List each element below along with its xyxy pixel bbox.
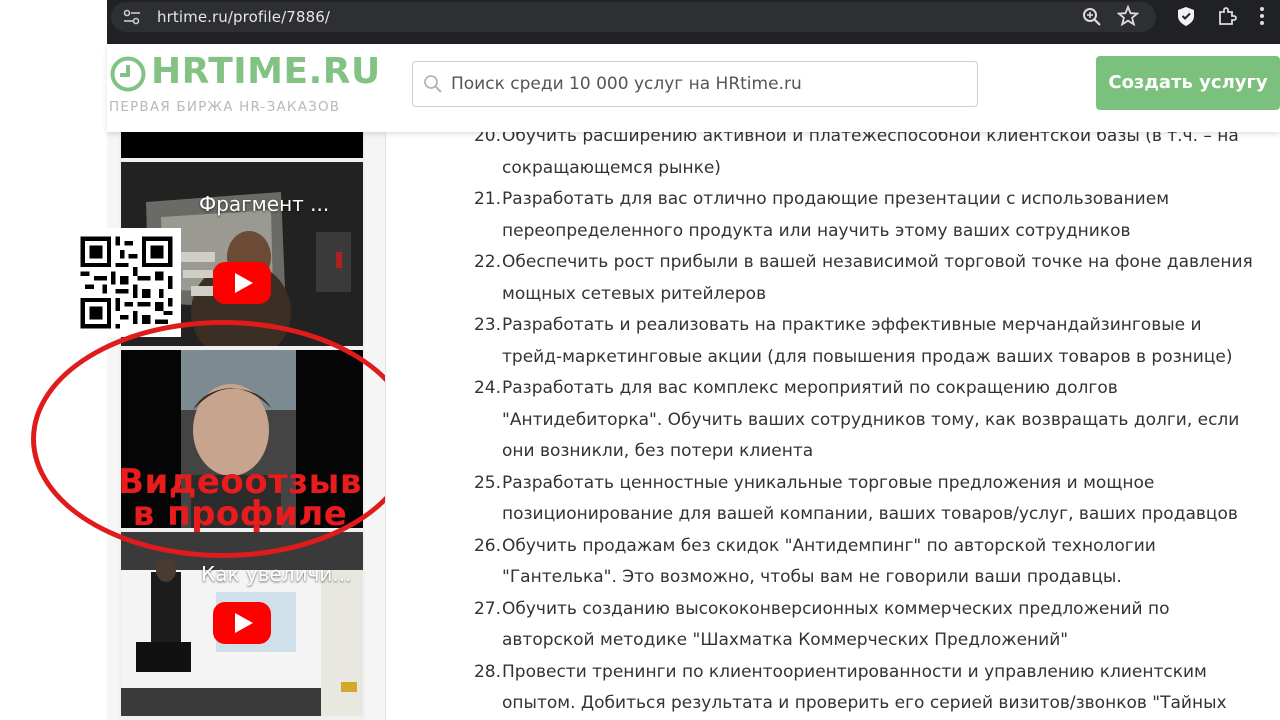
list-item-text: Обучить созданию высококонверсионных ком…: [502, 598, 1170, 651]
list-item-text: Обучить продажам без скидок "Антидемпинг…: [502, 535, 1156, 588]
create-service-button[interactable]: Создать услугу: [1096, 56, 1280, 110]
list-item: 24. Разработать для вас комплекс мероприя…: [385, 373, 1280, 468]
video-title: Как увеличи...: [201, 562, 352, 586]
list-item-text: Обеспечить рост прибыли в вашей независи…: [502, 252, 1253, 304]
clock-logo-icon[interactable]: [110, 56, 146, 92]
list-item: 21. Разработать для вас отлично продающие…: [385, 184, 1280, 247]
list-item: 28. Провести тренинги по клиентоориентиро…: [385, 657, 1280, 720]
list-item-text: Обучить расширению активной и платежеспо…: [502, 132, 1239, 178]
list-item-number: 23.: [473, 315, 501, 335]
site-settings-icon[interactable]: [123, 9, 141, 25]
logo-tagline: ПЕРВАЯ БИРЖА HR-ЗАКАЗОВ: [109, 99, 341, 115]
list-item: 26. Обучить продажам без скидок "Антидемп…: [385, 531, 1280, 594]
list-item-number: 27.: [473, 598, 501, 619]
video-thumbnail[interactable]: Как увеличи...: [121, 532, 363, 716]
extensions-icon[interactable]: [1216, 5, 1238, 27]
address-bar[interactable]: hrtime.ru/profile/7886/: [111, 2, 1156, 32]
play-button-icon[interactable]: [213, 602, 271, 644]
site-header: HRTIME.RU ПЕРВАЯ БИРЖА HR-ЗАКАЗОВ Создат…: [107, 44, 1280, 132]
list-item: 27. Обучить созданию высококонверсионных …: [385, 594, 1280, 657]
list-item-text: Разработать и реализовать на практике эф…: [502, 315, 1233, 367]
services-content: 20. Обучить расширению активной и платеже…: [385, 132, 1280, 720]
list-item-number: 25.: [473, 472, 501, 493]
list-item-number: 28.: [473, 661, 501, 682]
highlight-ellipse: [31, 320, 415, 558]
video-title: Фрагмент ...: [199, 192, 330, 216]
list-item-text: Разработать для вас комплекс мероприятий…: [502, 378, 1240, 461]
list-item: 23. Разработать и реализовать на практике…: [385, 310, 1280, 373]
list-item-number: 24.: [473, 378, 501, 398]
bookmark-star-icon[interactable]: [1117, 5, 1139, 27]
shield-icon[interactable]: [1175, 5, 1197, 27]
search-box[interactable]: [412, 61, 978, 107]
list-item-number: 26.: [473, 535, 501, 556]
list-item-text: Разработать ценностные уникальные торгов…: [502, 472, 1238, 525]
browser-toolbar: hrtime.ru/profile/7886/: [107, 0, 1280, 44]
logo-text[interactable]: HRTIME.RU: [151, 54, 381, 90]
list-item: 25. Разработать ценностные уникальные тор…: [385, 468, 1280, 531]
list-item: 22. Обеспечить рост прибыли в вашей незав…: [385, 247, 1280, 310]
list-item-text: Провести тренинги по клиентоориентирован…: [502, 661, 1227, 714]
search-input[interactable]: [451, 70, 971, 98]
menu-dots-icon[interactable]: [1251, 5, 1273, 27]
list-item-text: Разработать для вас отлично продающие пр…: [502, 189, 1170, 241]
list-item-number: 20.: [473, 132, 501, 146]
play-button-icon[interactable]: [213, 262, 271, 304]
url-text[interactable]: hrtime.ru/profile/7886/: [157, 8, 330, 26]
video-thumbnail[interactable]: [121, 132, 363, 158]
list-item-number: 22.: [473, 252, 501, 272]
services-list: 20. Обучить расширению активной и платеже…: [385, 132, 1280, 720]
list-item-number: 21.: [473, 189, 501, 209]
search-icon: [424, 75, 442, 93]
list-item: 20. Обучить расширению активной и платеже…: [385, 132, 1280, 184]
zoom-icon[interactable]: [1081, 6, 1103, 28]
qr-code: [72, 228, 181, 337]
